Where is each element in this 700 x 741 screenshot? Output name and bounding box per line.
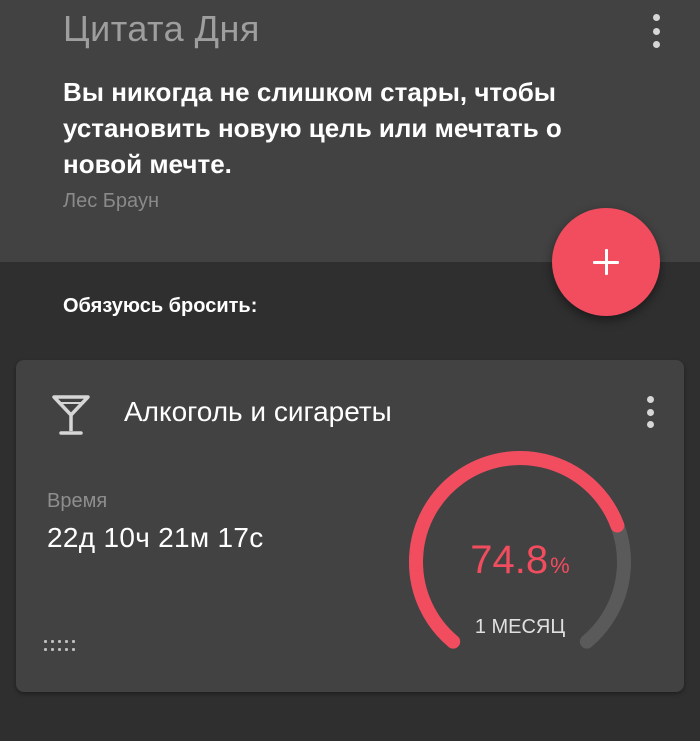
percent-value: 74.8 bbox=[470, 538, 549, 582]
habit-title: Алкоголь и сигареты bbox=[124, 396, 392, 427]
quote-author: Лес Браун bbox=[63, 190, 159, 212]
time-label: Время bbox=[47, 490, 108, 512]
more-vert-icon bbox=[646, 396, 654, 403]
quote-title: Цитата Дня bbox=[63, 8, 260, 49]
add-habit-button[interactable] bbox=[552, 208, 660, 316]
habit-menu-button[interactable] bbox=[640, 396, 660, 428]
quote-menu-button[interactable] bbox=[646, 14, 666, 48]
more-vert-icon bbox=[652, 14, 660, 21]
drag-handle-icon[interactable] bbox=[44, 640, 82, 654]
progress-gauge: 74.8% 1 МЕСЯЦ bbox=[402, 444, 638, 680]
habit-card[interactable]: Алкоголь и сигареты Время 22д 10ч 21м 17… bbox=[16, 360, 684, 692]
cocktail-glass-icon bbox=[52, 395, 90, 435]
section-label: Обязуюсь бросить: bbox=[63, 295, 258, 317]
quote-text: Вы никогда не слишком стары, чтобы устан… bbox=[63, 77, 562, 179]
goal-label: 1 МЕСЯЦ bbox=[474, 616, 566, 638]
plus-icon bbox=[593, 249, 619, 275]
progress-percent: 74.8% bbox=[402, 538, 638, 583]
percent-symbol: % bbox=[550, 553, 570, 578]
time-value: 22д 10ч 21м 17с bbox=[47, 522, 264, 553]
